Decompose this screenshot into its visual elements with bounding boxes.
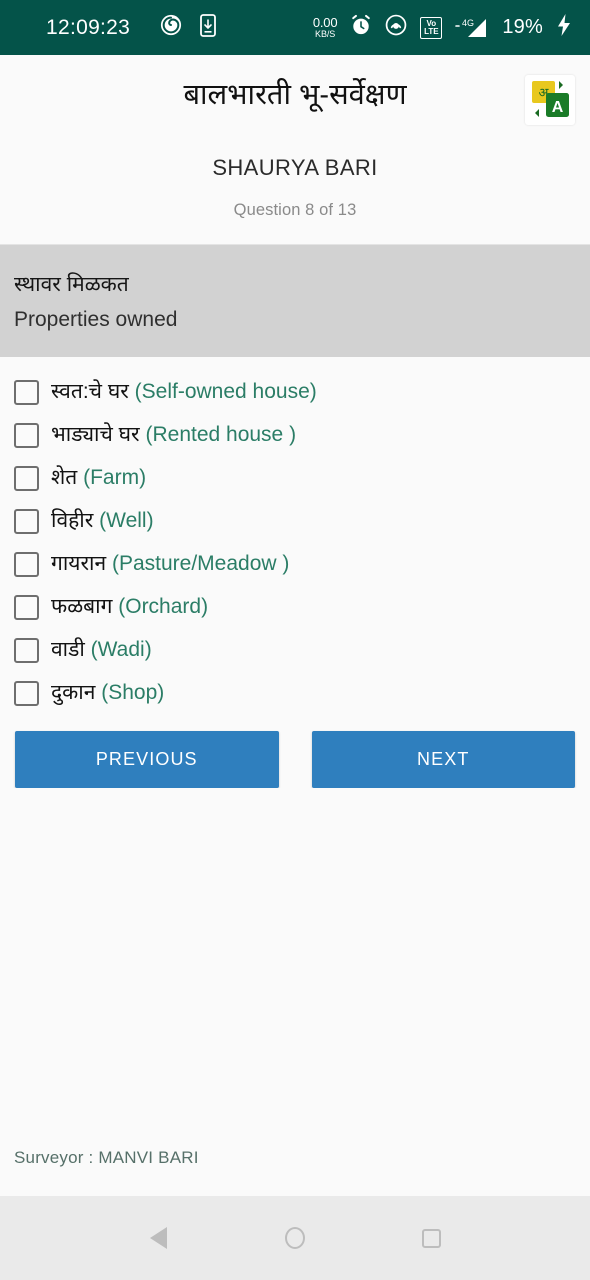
question-band: स्थावर मिळकत Properties owned	[0, 245, 590, 357]
option-label-english: (Pasture/Meadow )	[106, 552, 290, 576]
option-label: फळबाग (Orchard)	[51, 594, 208, 620]
checkbox-unchecked-icon[interactable]	[14, 379, 39, 405]
volte-icon: Vo LTE	[420, 16, 443, 39]
question-text-marathi: स्थावर मिळकत	[14, 273, 129, 297]
option-label: वाडी (Wadi)	[51, 637, 152, 663]
option-row[interactable]: स्वत:चे घर (Self-owned house)	[0, 371, 590, 414]
home-circle-icon	[284, 1227, 305, 1249]
option-label-english: (Rented house )	[139, 423, 297, 447]
option-label-marathi: भाड्याचे घर	[51, 423, 140, 447]
battery-percent-label: 19%	[502, 16, 543, 38]
status-bar: 12:09:23 0.00 KB/S Vo LTE 4G 19%	[0, 0, 590, 55]
option-label-english: (Wadi)	[84, 638, 152, 662]
option-label-marathi: विहीर	[51, 509, 94, 533]
checkbox-unchecked-icon[interactable]	[14, 422, 39, 448]
question-counter: Question 8 of 13	[233, 201, 357, 220]
option-label: शेत (Farm)	[51, 465, 146, 491]
checkbox-unchecked-icon[interactable]	[14, 594, 39, 620]
signal-4g-icon: 4G	[455, 16, 489, 40]
option-label: गायरान (Pasture/Meadow )	[51, 551, 289, 577]
option-label-english: (Well)	[93, 509, 154, 533]
android-navigation-bar	[0, 1196, 590, 1280]
svg-text:A: A	[552, 99, 564, 116]
option-label-english: (Shop)	[95, 681, 165, 705]
recents-button[interactable]	[408, 1214, 456, 1262]
option-label: भाड्याचे घर (Rented house )	[51, 422, 296, 448]
option-label-marathi: वाडी	[51, 638, 85, 662]
data-rate-value: 0.00	[312, 15, 338, 30]
option-row[interactable]: दुकान (Shop)	[0, 672, 590, 715]
home-button[interactable]	[271, 1214, 319, 1262]
option-label-english: (Orchard)	[112, 595, 209, 619]
spiral-icon	[160, 14, 182, 41]
option-label-marathi: शेत	[51, 466, 78, 490]
option-label-english: (Self-owned house)	[128, 380, 317, 404]
checkbox-unchecked-icon[interactable]	[14, 680, 39, 706]
checkbox-unchecked-icon[interactable]	[14, 637, 39, 663]
charging-bolt-icon	[556, 13, 572, 42]
option-label-english: (Farm)	[77, 466, 147, 490]
option-label: स्वत:चे घर (Self-owned house)	[51, 379, 317, 405]
status-bar-right-icons: 0.00 KB/S Vo LTE 4G 19%	[313, 13, 572, 42]
checkbox-unchecked-icon[interactable]	[14, 551, 39, 577]
footer: Surveyor : MANVI BARI	[0, 1148, 590, 1196]
back-button[interactable]	[134, 1214, 182, 1262]
options-list: स्वत:चे घर (Self-owned house) भाड्याचे घर…	[0, 356, 590, 715]
hotspot-icon	[385, 14, 407, 41]
phone-screen: 12:09:23 0.00 KB/S Vo LTE 4G 19% बालभारत…	[0, 0, 590, 1280]
phone-download-icon	[200, 13, 217, 42]
option-label: विहीर (Well)	[51, 508, 154, 534]
app-header: बालभारती भू-सर्वेक्षण SHAURYA BARI Quest…	[0, 55, 590, 246]
option-row[interactable]: शेत (Farm)	[0, 457, 590, 500]
option-label: दुकान (Shop)	[51, 680, 164, 706]
option-row[interactable]: फळबाग (Orchard)	[0, 586, 590, 629]
volte-bottom-label: LTE	[424, 26, 439, 36]
data-rate-icon: 0.00 KB/S	[313, 16, 338, 39]
option-label-marathi: स्वत:चे घर	[51, 380, 129, 404]
option-label-marathi: फळबाग	[51, 595, 113, 619]
previous-button[interactable]: PREVIOUS	[15, 730, 279, 788]
navigation-button-row: PREVIOUS NEXT	[0, 715, 590, 788]
option-label-marathi: गायरान	[51, 552, 107, 576]
surveyor-label: Surveyor : MANVI BARI	[14, 1148, 199, 1167]
google-translate-icon[interactable]: अ A	[525, 75, 575, 125]
checkbox-unchecked-icon[interactable]	[14, 465, 39, 491]
svg-text:4G: 4G	[462, 18, 474, 28]
option-row[interactable]: वाडी (Wadi)	[0, 629, 590, 672]
back-triangle-icon	[149, 1227, 167, 1249]
checkbox-unchecked-icon[interactable]	[14, 508, 39, 534]
content-filler	[0, 787, 590, 1148]
next-button[interactable]: NEXT	[311, 730, 575, 788]
option-row[interactable]: विहीर (Well)	[0, 500, 590, 543]
question-text-english: Properties owned	[14, 307, 178, 331]
option-row[interactable]: गायरान (Pasture/Meadow )	[0, 543, 590, 586]
status-bar-clock: 12:09:23	[46, 15, 131, 39]
status-bar-left-icons	[160, 13, 217, 42]
respondent-name: SHAURYA BARI	[212, 155, 378, 181]
alarm-clock-icon	[350, 14, 372, 41]
recents-square-icon	[422, 1228, 442, 1248]
page-title: बालभारती भू-सर्वेक्षण	[183, 79, 407, 111]
option-label-marathi: दुकान	[51, 681, 96, 705]
option-row[interactable]: भाड्याचे घर (Rented house )	[0, 414, 590, 457]
data-rate-unit: KB/S	[315, 29, 336, 39]
